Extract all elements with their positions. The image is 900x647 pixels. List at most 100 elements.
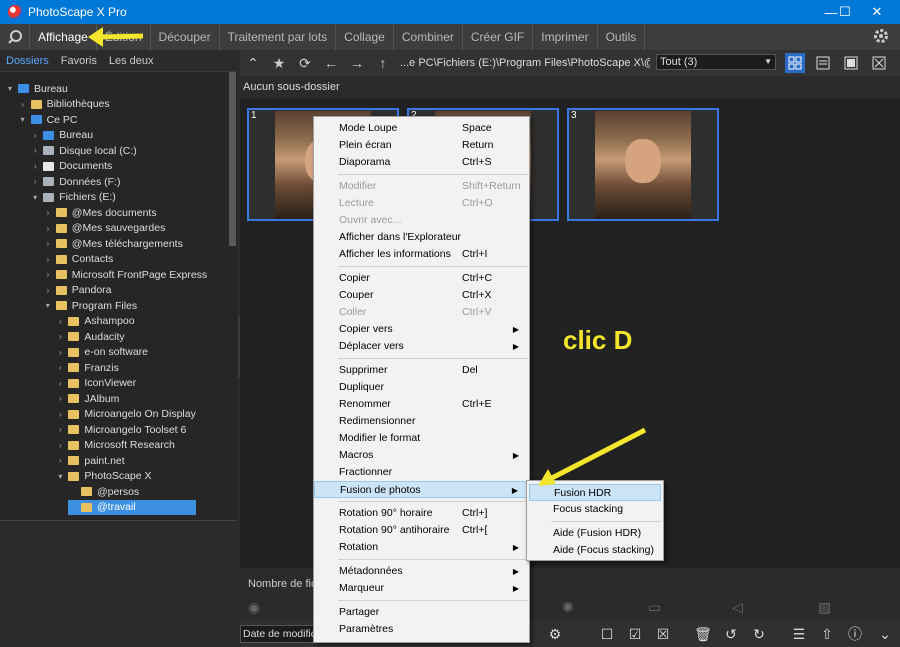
tree-node[interactable]: › IconViewer bbox=[55, 376, 136, 392]
tree-node[interactable]: @travail bbox=[68, 499, 196, 515]
context-menu-item[interactable]: Diaporama Ctrl+S bbox=[314, 154, 529, 171]
context-menu-item[interactable]: Rotation ▶ bbox=[314, 539, 529, 556]
settings-gear-icon[interactable] bbox=[872, 27, 890, 48]
expand-chevron-icon[interactable]: › bbox=[43, 208, 53, 217]
submenu-item[interactable]: Aide (Fusion HDR) bbox=[529, 525, 661, 542]
submenu-item[interactable]: Aide (Focus stacking) bbox=[529, 542, 661, 559]
expand-chevron-icon[interactable]: › bbox=[55, 425, 65, 434]
sort-dropdown[interactable]: Date de modifica bbox=[240, 625, 316, 643]
folder-tab[interactable]: Les deux bbox=[103, 55, 160, 67]
tree-scrollbar[interactable] bbox=[229, 72, 236, 246]
tree-node[interactable]: › Bureau bbox=[30, 128, 93, 144]
expand-chevron-icon[interactable]: › bbox=[43, 286, 53, 295]
tree-node[interactable]: › Pandora bbox=[43, 283, 111, 299]
tree-node[interactable]: › paint.net bbox=[55, 453, 125, 469]
context-menu-item[interactable]: Partager bbox=[314, 604, 529, 621]
menu-item[interactable]: Découper bbox=[151, 24, 220, 50]
tree-node[interactable]: ▾ Bureau bbox=[5, 81, 68, 97]
expand-chevron-icon[interactable]: › bbox=[30, 177, 40, 186]
menu-item[interactable]: Traitement par lots bbox=[220, 24, 337, 50]
expand-chevron-icon[interactable]: › bbox=[43, 255, 53, 264]
expand-chevron-icon[interactable]: ▾ bbox=[5, 84, 15, 93]
expand-chevron-icon[interactable]: ▾ bbox=[30, 193, 40, 202]
tree-node[interactable]: › @Mes sauvegardes bbox=[43, 221, 165, 237]
menu-item[interactable]: Créer GIF bbox=[463, 24, 534, 50]
settings-gear-small-icon[interactable]: ⚙ bbox=[545, 624, 565, 644]
context-menu-item[interactable]: Dupliquer bbox=[314, 379, 529, 396]
tree-node[interactable]: ▾ Ce PC bbox=[18, 112, 78, 128]
tree-node[interactable]: › Audacity bbox=[55, 329, 125, 345]
forward-arrow-icon[interactable]: → bbox=[344, 50, 370, 76]
expand-chevron-icon[interactable]: › bbox=[55, 348, 65, 357]
tree-node[interactable]: ▾ PhotoScape X bbox=[55, 469, 151, 485]
expand-chevron-icon[interactable]: › bbox=[43, 270, 53, 279]
back-arrow-icon[interactable]: ← bbox=[318, 50, 344, 76]
menu-item[interactable]: Affichage bbox=[30, 24, 97, 50]
folder-tab[interactable]: Dossiers bbox=[0, 55, 55, 67]
info-icon[interactable]: ⓘ bbox=[845, 624, 865, 644]
tree-node[interactable]: › Documents bbox=[30, 159, 112, 175]
deselect-icon[interactable]: ☒ bbox=[653, 624, 673, 644]
tree-node[interactable]: › Microsoft Research bbox=[55, 438, 175, 454]
tree-node[interactable]: › Contacts bbox=[43, 252, 113, 268]
tree-node[interactable]: › @Mes téléchargements bbox=[43, 236, 182, 252]
tree-node[interactable]: › Microsoft FrontPage Express bbox=[43, 267, 207, 283]
single-view-icon[interactable] bbox=[841, 53, 861, 73]
expand-chevron-icon[interactable]: › bbox=[55, 363, 65, 372]
close-button[interactable]: ✕ bbox=[854, 0, 900, 24]
edit-icon[interactable]: ▨ bbox=[818, 599, 831, 616]
search-icon[interactable] bbox=[0, 24, 30, 50]
chevron-down-icon[interactable]: ⌄ bbox=[875, 624, 895, 644]
tree-node[interactable]: › e-on software bbox=[55, 345, 148, 361]
context-menu-item[interactable]: Marqueur ▶ bbox=[314, 580, 529, 597]
refresh-icon[interactable]: ⟳ bbox=[292, 50, 318, 76]
context-menu-item[interactable]: Plein écran Return bbox=[314, 137, 529, 154]
up-chevron-icon[interactable]: ⌃ bbox=[240, 50, 266, 76]
share-upload-icon[interactable]: ⇧ bbox=[817, 624, 837, 644]
context-menu-item[interactable]: Copier Ctrl+C bbox=[314, 270, 529, 287]
tree-node[interactable]: › Bibliothèques bbox=[18, 97, 109, 113]
trash-icon[interactable]: 🗑 bbox=[693, 624, 713, 644]
parent-folder-arrow-icon[interactable]: ↑ bbox=[370, 50, 396, 76]
expand-chevron-icon[interactable]: › bbox=[55, 410, 65, 419]
expand-chevron-icon[interactable]: ▾ bbox=[55, 472, 65, 481]
adjust-icon[interactable]: ☰ bbox=[789, 624, 809, 644]
tree-node[interactable]: › Microangelo Toolset 6 bbox=[55, 422, 186, 438]
expand-chevron-icon[interactable]: › bbox=[43, 239, 53, 248]
context-menu-item[interactable]: Renommer Ctrl+E bbox=[314, 396, 529, 413]
fullscreen-icon[interactable] bbox=[869, 53, 889, 73]
expand-chevron-icon[interactable]: › bbox=[55, 456, 65, 465]
context-menu-item[interactable]: Métadonnées ▶ bbox=[314, 563, 529, 580]
menu-item[interactable]: Combiner bbox=[394, 24, 463, 50]
expand-chevron-icon[interactable]: › bbox=[30, 162, 40, 171]
select-all-icon[interactable]: ☑ bbox=[625, 624, 645, 644]
expand-chevron-icon[interactable]: › bbox=[30, 131, 40, 140]
expand-chevron-icon[interactable]: › bbox=[55, 332, 65, 341]
context-menu-item[interactable]: Couper Ctrl+X bbox=[314, 287, 529, 304]
path-breadcrumb[interactable]: ...e PC\Fichiers (E:)\Program Files\Phot… bbox=[400, 57, 650, 69]
menu-item[interactable]: Édition bbox=[97, 24, 151, 50]
tree-node[interactable]: › JAlbum bbox=[55, 391, 119, 407]
camera-icon[interactable]: ◉ bbox=[248, 599, 260, 616]
thumbnail-item[interactable]: 3 bbox=[567, 108, 719, 221]
expand-chevron-icon[interactable]: › bbox=[55, 317, 65, 326]
expand-chevron-icon[interactable]: › bbox=[43, 224, 53, 233]
favorite-star-icon[interactable]: ★ bbox=[266, 50, 292, 76]
expand-chevron-icon[interactable]: ▾ bbox=[18, 115, 28, 124]
expand-chevron-icon[interactable]: › bbox=[55, 394, 65, 403]
submenu-item[interactable]: Focus stacking bbox=[529, 501, 661, 518]
tree-node[interactable]: › Données (F:) bbox=[30, 174, 121, 190]
context-menu-item[interactable]: Fractionner bbox=[314, 464, 529, 481]
context-menu-item[interactable]: Paramètres bbox=[314, 621, 529, 638]
context-menu-item[interactable]: Redimensionner bbox=[314, 413, 529, 430]
rotate-left-icon[interactable]: ↺ bbox=[721, 624, 741, 644]
expand-chevron-icon[interactable]: ▾ bbox=[43, 301, 53, 310]
submenu-item[interactable]: Fusion HDR bbox=[529, 484, 661, 501]
context-menu-item[interactable]: Fusion de photos ▶ bbox=[314, 481, 529, 498]
tree-node[interactable]: › @Mes documents bbox=[43, 205, 156, 221]
speaker-icon[interactable]: ◁ bbox=[732, 599, 743, 616]
tree-node[interactable]: › Disque local (C:) bbox=[30, 143, 137, 159]
aperture-icon[interactable]: ✺ bbox=[562, 599, 574, 616]
image-icon[interactable]: ▭ bbox=[648, 599, 661, 616]
context-menu-item[interactable]: Afficher dans l'Explorateur bbox=[314, 229, 529, 246]
